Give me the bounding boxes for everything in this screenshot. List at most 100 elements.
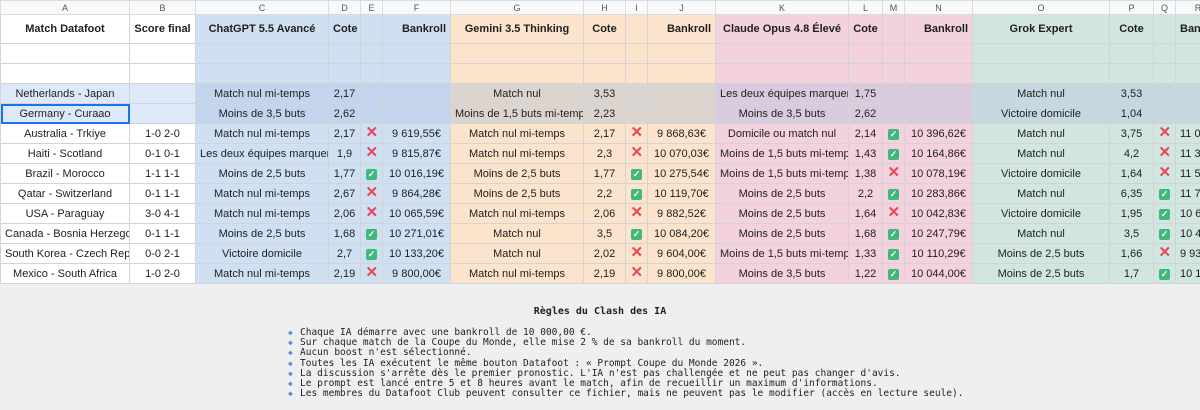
score-cell[interactable]: 0-0 2-1 [129,243,196,264]
pick-cell-grok[interactable]: Moins de 2,5 buts [972,243,1110,264]
pick-cell-grok[interactable]: Victoire domicile [972,163,1110,184]
pick-cell-gemini[interactable]: Match nul [450,223,584,244]
score-cell[interactable]: 1-1 1-1 [129,163,196,184]
empty-cell[interactable] [882,43,905,64]
result-cell-claude[interactable] [882,83,905,104]
column-header-h[interactable]: H [583,0,626,15]
bankroll-cell-gpt[interactable]: 10 133,20€ [382,243,451,264]
result-cell-grok[interactable]: ✕ [1153,163,1176,184]
bankroll-cell-gpt[interactable]: 9 864,28€ [382,183,451,204]
result-cell-claude[interactable] [882,103,905,124]
result-cell-gpt[interactable]: ✕ [360,203,383,224]
bankroll-cell-gemini[interactable]: 10 084,20€ [647,223,716,244]
empty-cell[interactable] [972,63,1110,84]
match-cell[interactable]: Australia - Trkiye [0,123,130,144]
bankroll-cell-grok[interactable]: 9 937,20€ [1175,243,1200,264]
result-cell-claude[interactable]: ✓ [882,263,905,284]
pick-cell-gpt[interactable]: Match nul mi-temps [195,83,329,104]
result-cell-gpt[interactable]: ✕ [360,183,383,204]
result-cell-gemini[interactable]: ✕ [625,263,648,284]
pick-cell-claude[interactable]: Moins de 2,5 buts [715,223,849,244]
bankroll-cell-claude[interactable]: 10 164,86€ [904,143,973,164]
pick-cell-claude[interactable]: Domicile ou match nul [715,123,849,144]
bankroll-cell-gpt[interactable]: 9 619,55€ [382,123,451,144]
empty-cell[interactable] [848,43,883,64]
result-cell-grok[interactable] [1153,83,1176,104]
pick-cell-gemini[interactable]: Match nul mi-temps [450,203,584,224]
result-cell-gpt[interactable] [360,103,383,124]
result-cell-claude[interactable]: ✕ [882,203,905,224]
cote-cell-gemini[interactable]: 2,3 [583,143,626,164]
score-cell[interactable]: 1-0 2-0 [129,123,196,144]
empty-cell[interactable] [129,63,196,84]
pick-cell-claude[interactable]: Moins de 1,5 buts mi-temps [715,243,849,264]
result-cell-grok[interactable]: ✓ [1153,183,1176,204]
bankroll-cell-gemini[interactable] [647,103,716,124]
cote-cell-grok[interactable]: 1,64 [1109,163,1154,184]
cote-cell-claude[interactable]: 2,2 [848,183,883,204]
column-header-b[interactable]: B [129,0,196,15]
header-claude[interactable]: Claude Opus 4.8 Élevé [715,14,849,44]
column-header-a[interactable]: A [0,0,130,15]
empty-cell[interactable] [647,63,716,84]
bankroll-cell-claude[interactable]: 10 283,86€ [904,183,973,204]
empty-cell[interactable] [195,63,329,84]
empty-cell[interactable] [1153,43,1176,64]
cote-cell-claude[interactable]: 1,75 [848,83,883,104]
result-cell-claude[interactable]: ✓ [882,243,905,264]
header-bankroll-claude[interactable]: Bankroll [904,14,973,44]
cote-cell-claude[interactable]: 1,38 [848,163,883,184]
bankroll-cell-claude[interactable] [904,103,973,124]
pick-cell-gemini[interactable]: Match nul mi-temps [450,143,584,164]
cote-cell-claude[interactable]: 2,62 [848,103,883,124]
pick-cell-gpt[interactable]: Match nul mi-temps [195,183,329,204]
bankroll-cell-grok[interactable] [1175,83,1200,104]
cote-cell-gemini[interactable]: 1,77 [583,163,626,184]
header-bankroll-grok[interactable]: Bankroll [1175,14,1200,44]
result-cell-grok[interactable]: ✕ [1153,123,1176,144]
cote-cell-grok[interactable]: 3,75 [1109,123,1154,144]
pick-cell-gpt[interactable]: Match nul mi-temps [195,123,329,144]
result-cell-gemini[interactable] [625,83,648,104]
bankroll-cell-gpt[interactable]: 10 016,19€ [382,163,451,184]
bankroll-cell-gemini[interactable]: 9 800,00€ [647,263,716,284]
header-score[interactable]: Score final [129,14,196,44]
empty-cell[interactable] [848,63,883,84]
pick-cell-claude[interactable]: Moins de 2,5 buts [715,183,849,204]
pick-cell-grok[interactable]: Victoire domicile [972,203,1110,224]
result-cell-grok[interactable]: ✕ [1153,243,1176,264]
column-header-d[interactable]: D [328,0,361,15]
match-cell[interactable]: Netherlands - Japan [0,83,130,104]
bankroll-cell-gemini[interactable] [647,83,716,104]
empty-cell[interactable] [1153,63,1176,84]
pick-cell-gemini[interactable]: Match nul [450,83,584,104]
result-cell-claude[interactable]: ✓ [882,183,905,204]
result-cell-grok[interactable]: ✓ [1153,263,1176,284]
pick-cell-gpt[interactable]: Moins de 3,5 buts [195,103,329,124]
pick-cell-claude[interactable]: Moins de 2,5 buts [715,203,849,224]
pick-cell-gpt[interactable]: Match nul mi-temps [195,263,329,284]
cote-cell-claude[interactable]: 1,43 [848,143,883,164]
cote-cell-grok[interactable]: 1,7 [1109,263,1154,284]
result-cell-grok[interactable]: ✓ [1153,203,1176,224]
result-cell-gpt[interactable]: ✓ [360,163,383,184]
cote-cell-gemini[interactable]: 3,53 [583,83,626,104]
empty-cell[interactable] [715,43,849,64]
header-gemini[interactable]: Gemini 3.5 Thinking [450,14,584,44]
pick-cell-gemini[interactable]: Moins de 1,5 buts mi-temps [450,103,584,124]
score-cell[interactable]: 0-1 1-1 [129,183,196,204]
cote-cell-grok[interactable]: 1,04 [1109,103,1154,124]
bankroll-cell-gemini[interactable]: 9 604,00€ [647,243,716,264]
empty-cell[interactable] [129,43,196,64]
column-header-r[interactable]: R [1175,0,1200,15]
score-cell[interactable]: 3-0 4-1 [129,203,196,224]
empty-cell[interactable] [450,43,584,64]
result-cell-gpt[interactable]: ✓ [360,223,383,244]
cote-cell-gpt[interactable]: 2,62 [328,103,361,124]
header-result-gemini[interactable] [625,14,648,44]
cote-cell-claude[interactable]: 1,64 [848,203,883,224]
bankroll-cell-grok[interactable]: 10 434,06€ [1175,223,1200,244]
pick-cell-grok[interactable]: Match nul [972,83,1110,104]
empty-cell[interactable] [1175,63,1200,84]
empty-cell[interactable] [1109,63,1154,84]
